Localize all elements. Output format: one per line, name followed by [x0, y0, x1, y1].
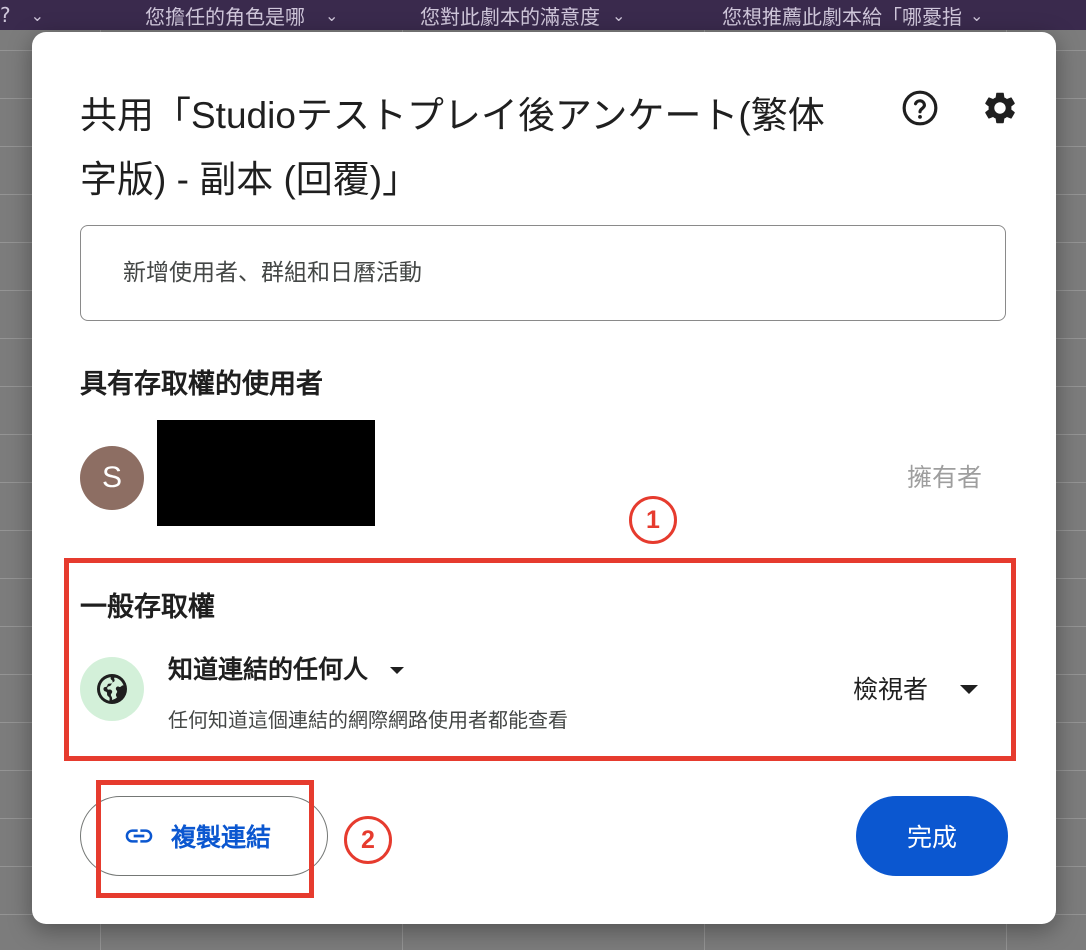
redacted-user-info [157, 420, 375, 526]
chevron-down-icon: ⌄ [325, 5, 339, 25]
annotation-number-2: 2 [344, 816, 392, 864]
add-people-input[interactable] [121, 259, 985, 287]
share-dialog: 共用「Studioテストプレイ後アンケート(繁体字版) - 副本 (回覆)」 具… [32, 32, 1056, 924]
dialog-title: 共用「Studioテストプレイ後アンケート(繁体字版) - 副本 (回覆)」 [80, 95, 825, 200]
annotation-box-general-access [64, 558, 1016, 761]
settings-button[interactable] [978, 86, 1022, 130]
owner-role-label: 擁有者 [906, 463, 982, 492]
help-button[interactable] [898, 86, 942, 130]
help-icon [902, 90, 938, 126]
background-column-header: 您想推薦此劇本給「哪憂指 ⌄ [722, 0, 1086, 30]
people-with-access-heading: 具有存取權的使用者 [80, 369, 323, 400]
annotation-number-1: 1 [629, 496, 677, 544]
background-column-label: ? [0, 3, 11, 27]
background-column-label: 您擔任的角色是哪 [145, 4, 305, 29]
chevron-down-icon: ⌄ [970, 5, 984, 25]
background-column-header: 您對此劇本的滿意度 ⌄ [420, 0, 690, 30]
chevron-down-icon: ⌄ [612, 5, 626, 25]
gear-icon [985, 92, 1015, 124]
chevron-down-icon: ⌄ [30, 5, 45, 25]
done-button[interactable]: 完成 [856, 796, 1008, 876]
background-column-label: 您對此劇本的滿意度 [420, 4, 600, 29]
background-column-header: ? ⌄ [0, 0, 60, 30]
background-header-bar: ? ⌄ 您擔任的角色是哪 ⌄ 您對此劇本的滿意度 ⌄ 您想推薦此劇本給「哪憂指 … [0, 0, 1086, 30]
avatar: S [80, 446, 144, 510]
user-row: S 擁有者 [80, 420, 1006, 530]
annotation-box-copy-link [96, 780, 314, 898]
background-column-header: 您擔任的角色是哪 ⌄ [145, 0, 385, 30]
background-column-label: 您想推薦此劇本給「哪憂指 [722, 4, 962, 29]
add-people-field[interactable] [80, 225, 1006, 321]
